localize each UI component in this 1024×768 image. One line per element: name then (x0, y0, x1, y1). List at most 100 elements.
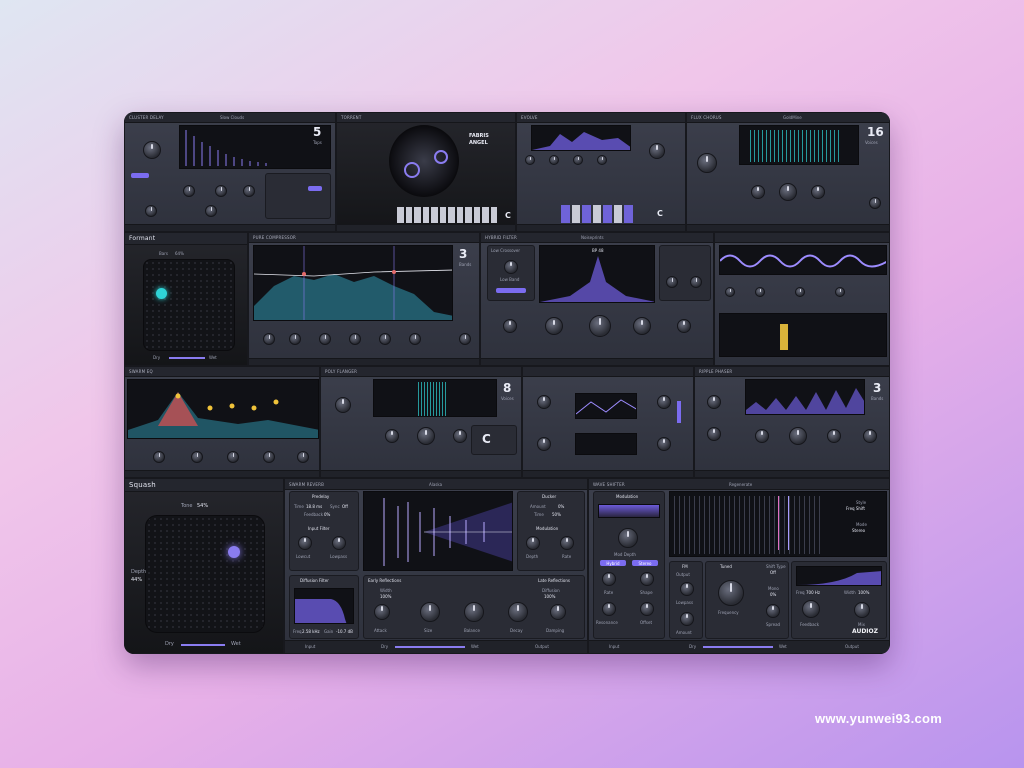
shift-type-value[interactable]: Off (770, 570, 776, 575)
phaser-knob-5[interactable] (827, 429, 841, 443)
filter-toggle[interactable] (308, 186, 322, 191)
depth-knob[interactable] (779, 183, 797, 201)
size-knob[interactable] (420, 602, 440, 622)
hybrid-button[interactable]: Hybrid (600, 560, 626, 566)
flanger-knob-1[interactable] (335, 397, 351, 413)
rate-knob[interactable] (602, 572, 616, 586)
feedback-knob[interactable] (811, 185, 825, 199)
knob-b[interactable] (657, 395, 671, 409)
attack-knob[interactable] (263, 333, 275, 345)
preset-name[interactable]: Alaska (429, 482, 442, 487)
lowpass-knob[interactable] (332, 536, 346, 550)
mix-knob[interactable] (854, 602, 870, 618)
side-knob-b[interactable] (690, 276, 702, 288)
squash-handle[interactable] (228, 546, 240, 558)
gain-knob[interactable] (409, 333, 421, 345)
knob-d[interactable] (835, 287, 845, 297)
knob-5[interactable] (677, 319, 691, 333)
reverb-mix-slider[interactable] (395, 646, 465, 648)
balance-knob[interactable] (464, 602, 484, 622)
mod-rate-knob[interactable] (560, 536, 574, 550)
gain-value[interactable]: -10.7 dB (336, 629, 353, 634)
feedback-knob[interactable] (802, 600, 820, 618)
keyboard[interactable] (561, 205, 634, 223)
knob-1[interactable] (503, 319, 517, 333)
flanger-knob-4[interactable] (453, 429, 467, 443)
feedback-value[interactable]: 0% (324, 512, 330, 517)
time-knob[interactable] (143, 141, 161, 159)
attack-knob[interactable] (374, 604, 390, 620)
eq-knob-3[interactable] (227, 451, 239, 463)
style-value[interactable]: Freq Shift (846, 506, 865, 511)
mix-knob[interactable] (459, 333, 471, 345)
flanger-knob-3[interactable] (417, 427, 435, 445)
eq-knob-5[interactable] (297, 451, 309, 463)
width-value[interactable]: 100% (380, 594, 391, 599)
mix-knob[interactable] (145, 205, 157, 217)
mod-depth-knob[interactable] (618, 528, 638, 548)
lowcut-knob[interactable] (298, 536, 312, 550)
rate-knob[interactable] (215, 185, 227, 197)
sync-button[interactable] (131, 173, 149, 178)
phaser-knob-2[interactable] (707, 427, 721, 441)
mode-value[interactable]: Stereo (852, 528, 865, 533)
squash-xy-pad[interactable] (145, 515, 265, 633)
preset-name[interactable]: Slow Clouds (220, 115, 244, 120)
eq-knob-1[interactable] (153, 451, 165, 463)
knob-a[interactable] (725, 287, 735, 297)
release-knob[interactable] (289, 333, 301, 345)
resonance-knob[interactable] (633, 317, 651, 335)
time-value[interactable]: 18.8 ms (306, 504, 322, 509)
knob-c[interactable] (795, 287, 805, 297)
knob-b[interactable] (755, 287, 765, 297)
eq-knob-2[interactable] (191, 451, 203, 463)
preset-name[interactable]: GoldMine (783, 115, 802, 120)
lowpass-knob[interactable] (680, 582, 694, 596)
damping-knob[interactable] (550, 604, 566, 620)
knob-d[interactable] (597, 155, 607, 165)
tuned-title[interactable]: Tuned (720, 564, 732, 569)
phaser-knob-6[interactable] (863, 429, 877, 443)
sync-value[interactable]: Off (342, 504, 348, 509)
preset-name[interactable]: Noiseprints (581, 235, 604, 240)
knob-2[interactable] (545, 317, 563, 335)
knob-c[interactable] (537, 437, 551, 451)
resonance-knob[interactable] (602, 602, 616, 616)
knob-d[interactable] (657, 437, 671, 451)
phaser-knob-4[interactable] (789, 427, 807, 445)
knob-c[interactable] (573, 155, 583, 165)
drive-knob[interactable] (697, 153, 717, 173)
side-knob-a[interactable] (666, 276, 678, 288)
knob-a[interactable] (525, 155, 535, 165)
offset-knob[interactable] (640, 602, 654, 616)
step-bars[interactable] (397, 207, 497, 223)
freq-value[interactable]: 2.58 kHz (302, 629, 320, 634)
flanger-knob-2[interactable] (385, 429, 399, 443)
mono-value[interactable]: 0% (770, 592, 776, 597)
ratio-knob[interactable] (349, 333, 361, 345)
band-button[interactable] (496, 288, 526, 293)
knob-b[interactable] (549, 155, 559, 165)
diffusion-value[interactable]: 100% (544, 594, 555, 599)
eq-knob-4[interactable] (263, 451, 275, 463)
mod-depth-knob[interactable] (526, 536, 540, 550)
ducker-time-value[interactable]: 50% (552, 512, 561, 517)
wave-mix-slider[interactable] (703, 646, 773, 648)
squash-mix-slider[interactable] (181, 644, 225, 646)
amount-knob[interactable] (680, 612, 694, 626)
frequency-knob[interactable] (718, 580, 744, 606)
spread-knob[interactable] (766, 604, 780, 618)
xy-pad[interactable] (143, 259, 235, 351)
preset-name[interactable]: Regenerate (729, 482, 752, 487)
shape-knob[interactable] (640, 572, 654, 586)
cutoff-knob[interactable] (589, 315, 611, 337)
stereo-button[interactable]: Stereo (632, 560, 658, 566)
threshold-knob[interactable] (319, 333, 331, 345)
rate-knob[interactable] (751, 185, 765, 199)
macro-knob[interactable] (649, 143, 665, 159)
decay-knob[interactable] (508, 602, 528, 622)
amount-value[interactable]: 0% (558, 504, 564, 509)
low-band-knob[interactable] (504, 260, 518, 274)
width-value[interactable]: 100% (858, 590, 869, 595)
freq-value[interactable]: 700 Hz (806, 590, 820, 595)
